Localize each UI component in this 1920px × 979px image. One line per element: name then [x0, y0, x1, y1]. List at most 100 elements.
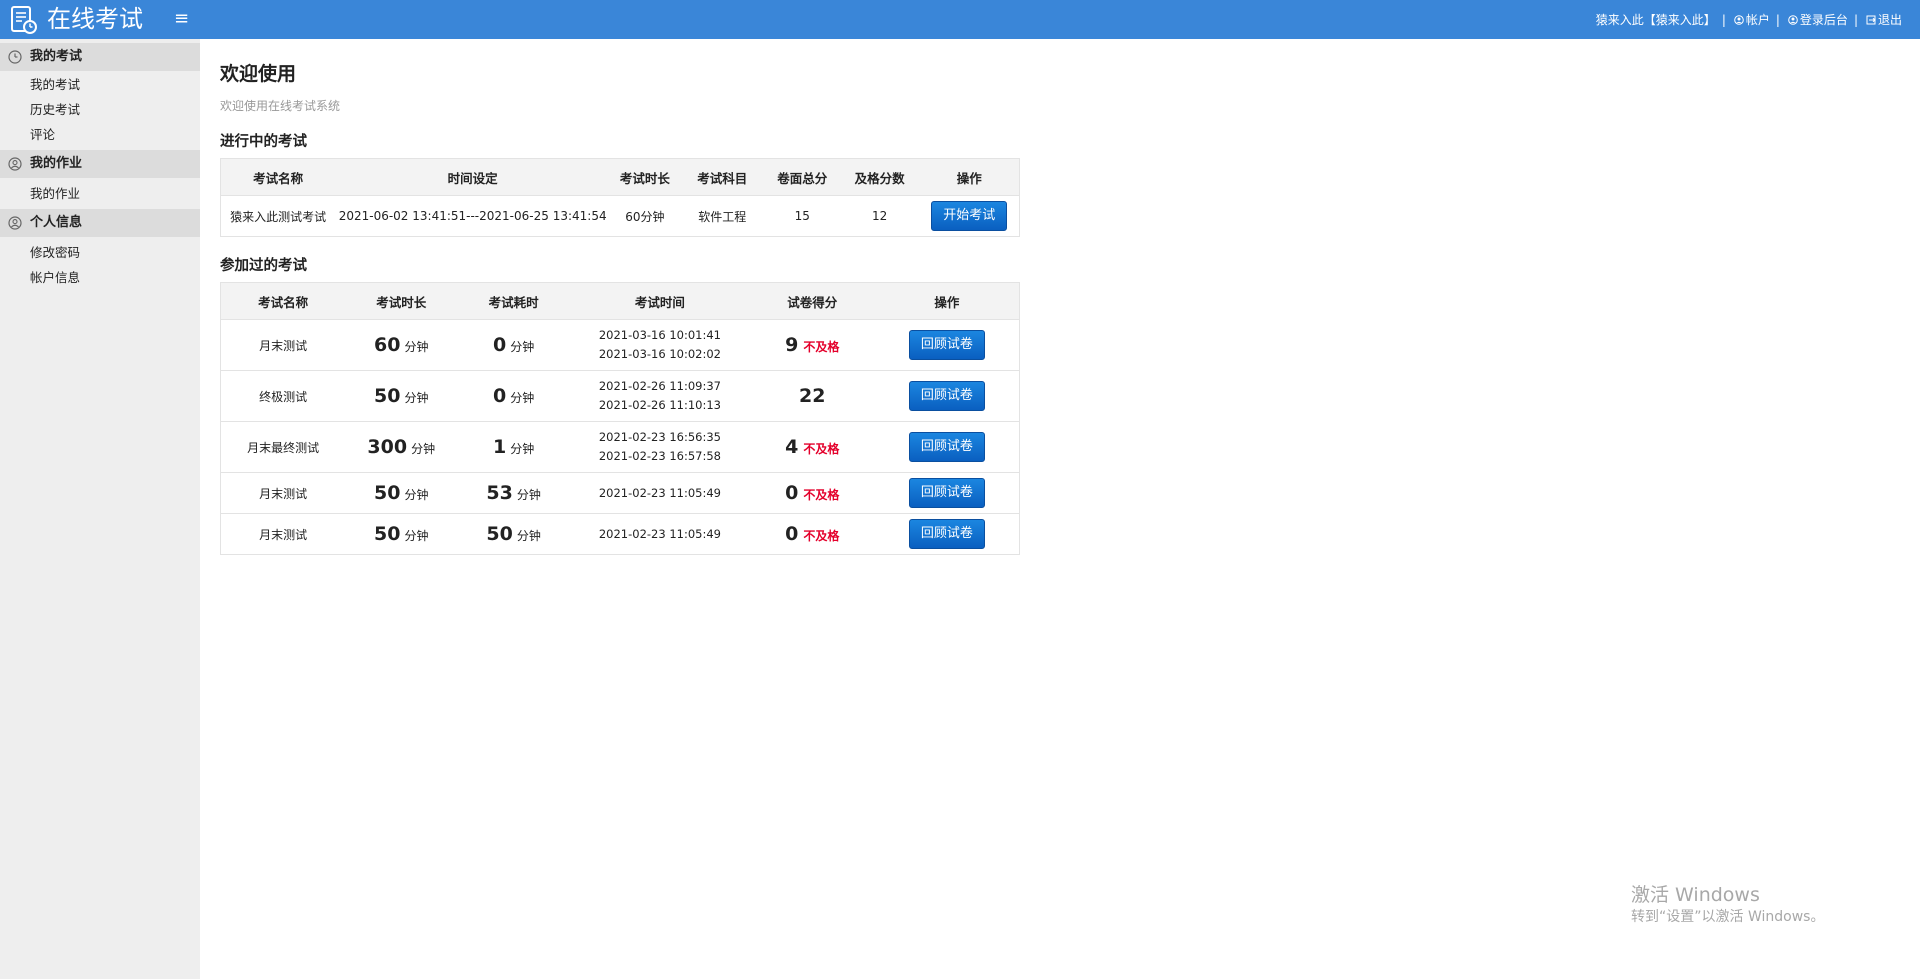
- exam-score: 9 不及格: [749, 319, 875, 371]
- end-time: 2021-03-16 10:02:02: [598, 347, 721, 361]
- exam-time-used: 50 分钟: [457, 513, 571, 555]
- account-label: 帐户: [1745, 13, 1770, 27]
- action-cell: 回顾试卷: [874, 472, 1020, 514]
- sidebar-group-label: 我的作业: [30, 156, 83, 171]
- exam-datetime: 2021-02-26 11:09:37 2021-02-26 11:10:13: [570, 370, 750, 422]
- sidebar-item-comments[interactable]: 评论: [0, 122, 200, 147]
- ongoing-exams-table: 考试名称 时间设定 考试时长 考试科目 卷面总分 及格分数 操作 猿来入此测试考…: [220, 158, 1020, 237]
- exam-name: 月末测试: [220, 513, 346, 555]
- user-circle-icon: [1734, 15, 1744, 25]
- used-value: 0: [492, 385, 507, 407]
- sidebar-item-my-exams[interactable]: 我的考试: [0, 72, 200, 97]
- score-value: 0: [785, 482, 799, 504]
- user-circle-icon: [1788, 15, 1798, 25]
- column-header: 考试科目: [679, 158, 765, 196]
- sidebar-group-label: 个人信息: [30, 215, 83, 230]
- unit-label: 分钟: [404, 488, 429, 502]
- exam-score: 0 不及格: [749, 513, 875, 555]
- score-value: 22: [799, 385, 826, 407]
- review-paper-button[interactable]: 回顾试卷: [908, 478, 985, 508]
- separator: |: [1721, 13, 1726, 27]
- review-paper-button[interactable]: 回顾试卷: [908, 519, 985, 549]
- sidebar-group-label: 我的考试: [30, 49, 83, 64]
- logout-label: 退出: [1877, 13, 1902, 27]
- used-value: 53: [486, 482, 513, 504]
- table-row: 月末最终测试 300 分钟 1 分钟 2021-02-23 16:56:35 2021…: [220, 421, 1020, 473]
- hamburger-icon[interactable]: ≡: [174, 7, 189, 31]
- exam-time-range: 2021-06-02 13:41:51---2021-06-25 13:41:5…: [335, 195, 610, 237]
- exam-name: 月末测试: [220, 472, 346, 514]
- exam-name: 猿来入此测试考试: [220, 195, 336, 237]
- column-header: 时间设定: [335, 158, 610, 196]
- table-row: 猿来入此测试考试 2021-06-02 13:41:51---2021-06-2…: [220, 195, 1020, 237]
- admin-label: 登录后台: [1799, 13, 1848, 27]
- sidebar-item-history-exams[interactable]: 历史考试: [0, 97, 200, 122]
- start-time: 2021-02-23 16:56:35: [598, 430, 721, 444]
- duration-value: 50: [374, 482, 401, 504]
- used-value: 50: [486, 523, 513, 545]
- exam-score: 22: [749, 370, 875, 422]
- exam-subject: 软件工程: [679, 195, 765, 237]
- unit-label: 分钟: [510, 442, 535, 456]
- sidebar: 我的考试 我的考试 历史考试 评论 我的作业 我的作业 个人信息 修改密码 帐户…: [0, 39, 200, 979]
- separator: |: [1775, 13, 1780, 27]
- column-header: 考试时间: [570, 282, 750, 320]
- column-header: 操作: [874, 282, 1020, 320]
- exam-logo-icon: [11, 6, 37, 34]
- action-cell: 回顾试卷: [874, 513, 1020, 555]
- sidebar-group-my-homework[interactable]: 我的作业: [0, 150, 200, 178]
- exam-duration: 50 分钟: [345, 370, 458, 422]
- action-cell: 回顾试卷: [874, 370, 1020, 422]
- exam-score: 4 不及格: [749, 421, 875, 473]
- exam-time-used: 0 分钟: [457, 319, 571, 371]
- logout-icon: [1866, 15, 1876, 25]
- review-paper-button[interactable]: 回顾试卷: [908, 432, 985, 462]
- duration-value: 50: [374, 523, 401, 545]
- exam-time-used: 1 分钟: [457, 421, 571, 473]
- account-link[interactable]: 帐户: [1734, 11, 1770, 29]
- exam-time-used: 0 分钟: [457, 370, 571, 422]
- fail-badge: 不及格: [803, 442, 840, 456]
- taken-exams-table: 考试名称 考试时长 考试耗时 考试时间 试卷得分 操作 月末测试 60 分钟 0分…: [220, 282, 1020, 555]
- admin-login-link[interactable]: 登录后台: [1788, 11, 1848, 29]
- start-time: 2021-02-23 11:05:49: [598, 526, 721, 541]
- column-header: 试卷得分: [749, 282, 875, 320]
- sidebar-group-my-exams[interactable]: 我的考试: [0, 43, 200, 71]
- end-time: 2021-02-23 16:57:58: [598, 449, 721, 463]
- taken-exams-title: 参加过的考试: [220, 258, 307, 274]
- review-paper-button[interactable]: 回顾试卷: [908, 330, 985, 360]
- unit-label: 分钟: [404, 529, 429, 543]
- unit-label: 分钟: [516, 488, 541, 502]
- exam-duration: 50 分钟: [345, 513, 458, 555]
- column-header: 卷面总分: [764, 158, 840, 196]
- duration-value: 50: [374, 385, 401, 407]
- column-header: 考试名称: [220, 158, 336, 196]
- user-name-link[interactable]: 猿来入此【猿来入此】: [1596, 11, 1716, 29]
- exam-total-score: 15: [764, 195, 840, 237]
- used-value: 0: [492, 334, 507, 356]
- unit-label: 分钟: [404, 391, 429, 405]
- exam-datetime: 2021-03-16 10:01:41 2021-03-16 10:02:02: [570, 319, 750, 371]
- unit-label: 分钟: [510, 340, 535, 354]
- clock-icon: [8, 50, 22, 64]
- separator: |: [1853, 13, 1858, 27]
- watermark-title: 激活 Windows: [1631, 884, 1760, 906]
- sidebar-item-my-homework[interactable]: 我的作业: [0, 181, 200, 206]
- action-cell: 开始考试: [919, 195, 1020, 237]
- review-paper-button[interactable]: 回顾试卷: [908, 381, 985, 411]
- score-value: 9: [785, 334, 799, 356]
- top-right-links: 猿来入此【猿来入此】 | 帐户 | 登录后台 | 退出: [1596, 11, 1902, 29]
- user-circle-icon: [8, 157, 22, 171]
- watermark-subtitle: 转到“设置”以激活 Windows。: [1631, 909, 1825, 925]
- exam-score: 0 不及格: [749, 472, 875, 514]
- sidebar-group-personal-info[interactable]: 个人信息: [0, 209, 200, 237]
- duration-value: 60: [374, 334, 401, 356]
- start-exam-button[interactable]: 开始考试: [931, 201, 1008, 231]
- unit-label: 分钟: [411, 442, 436, 456]
- fail-badge: 不及格: [803, 488, 840, 502]
- sidebar-item-change-password[interactable]: 修改密码: [0, 240, 200, 265]
- sidebar-item-account-info[interactable]: 帐户信息: [0, 265, 200, 290]
- table-header-row: 考试名称 时间设定 考试时长 考试科目 卷面总分 及格分数 操作: [220, 158, 1020, 196]
- top-bar: 在线考试 ≡ 猿来入此【猿来入此】 | 帐户 | 登录后台 | 退出: [0, 0, 1920, 39]
- logout-link[interactable]: 退出: [1866, 11, 1902, 29]
